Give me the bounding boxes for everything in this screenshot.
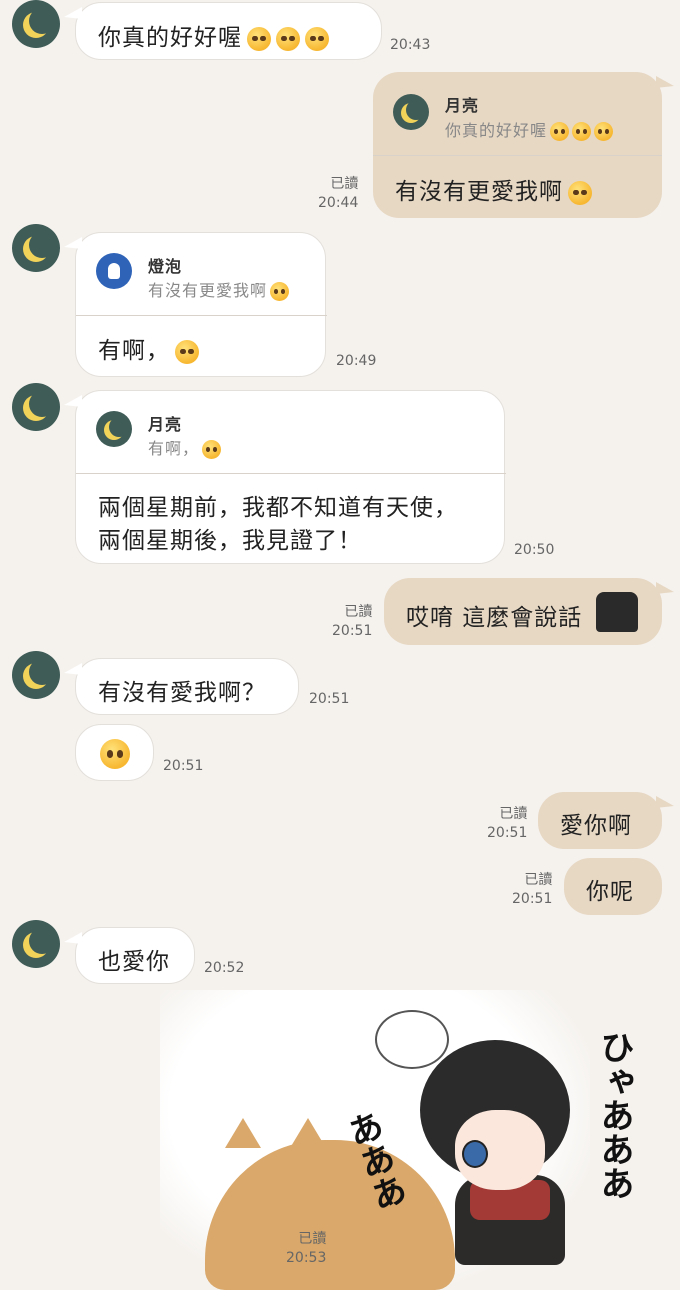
pleading-face-icon [550, 122, 570, 141]
reply-avatar [393, 94, 429, 130]
message-text: 有沒有更愛我啊 [395, 172, 592, 206]
read-status: 已讀 20:51 [332, 604, 373, 639]
avatar[interactable] [12, 383, 60, 431]
avatar[interactable] [12, 0, 60, 48]
message-bubble[interactable]: 燈泡 有沒有更愛我啊 有啊， [64, 232, 327, 377]
face-blowing-kiss-icon [202, 440, 222, 459]
avatar[interactable] [12, 224, 60, 272]
pleading-face-icon [594, 122, 614, 141]
timestamp: 20:50 [514, 542, 555, 558]
message-text: 也愛你 [98, 949, 170, 975]
character-eye [462, 1140, 488, 1168]
reply-preview: 有沒有更愛我啊 [148, 277, 290, 301]
reply-preview: 有啊， [148, 435, 222, 459]
reply-author: 月亮 [445, 96, 480, 115]
timestamp: 20:51 [163, 758, 204, 774]
divider [76, 473, 506, 474]
read-status: 已讀 20:44 [318, 176, 359, 211]
sticker-text: ひゃあああ [594, 1030, 634, 1200]
message-bubble[interactable]: 有沒有愛我啊？ [64, 658, 299, 715]
message-bubble[interactable]: 也愛你 [64, 927, 195, 984]
pleading-face-icon [305, 26, 329, 51]
hand-over-mouth-icon [270, 282, 290, 301]
message-bubble[interactable]: 愛你啊 [538, 792, 674, 849]
moon-icon [29, 659, 55, 685]
reply-preview: 你真的好好喔 [445, 117, 614, 141]
moon-icon [29, 391, 55, 417]
pleading-face-icon [276, 26, 300, 51]
divider [373, 155, 662, 156]
message-text: 哎唷 這麼會說話 [406, 605, 583, 631]
moon-icon [29, 928, 55, 954]
message-text: 愛你啊 [560, 813, 632, 839]
read-status: 已讀 20:53 [286, 1231, 327, 1266]
timestamp: 20:52 [204, 960, 245, 976]
read-status: 已讀 20:51 [512, 872, 553, 907]
message-text: 有沒有愛我啊？ [98, 680, 266, 706]
message-bubble[interactable]: 你真的好好喔 [64, 2, 382, 60]
hand-over-mouth-icon [568, 180, 592, 205]
read-status: 已讀 20:51 [487, 806, 528, 841]
cat-ear [290, 1118, 326, 1148]
message-bubble[interactable]: 月亮 有啊， 兩個星期前，我都不知道有天使， 兩個星期後，我見證了！ [64, 390, 506, 564]
message-bubble[interactable]: 你呢 [564, 858, 662, 915]
pleading-face-icon [572, 122, 592, 141]
pleading-face-icon [247, 26, 271, 51]
reply-avatar [96, 411, 132, 447]
face-blowing-kiss-icon [175, 339, 199, 364]
cat-ear [225, 1118, 261, 1148]
message-text: 你呢 [586, 879, 634, 905]
timestamp: 20:43 [390, 37, 431, 53]
timestamp: 20:51 [309, 691, 350, 707]
bulb-icon [108, 263, 120, 279]
moon-icon [109, 417, 129, 437]
message-text: 你真的好好喔 [98, 18, 329, 52]
reply-author: 燈泡 [148, 257, 183, 276]
reply-avatar [96, 253, 132, 289]
avatar[interactable] [12, 920, 60, 968]
hand-over-mouth-icon [100, 739, 130, 769]
divider [76, 315, 327, 316]
moon-icon [29, 232, 55, 258]
reply-author: 月亮 [148, 415, 183, 434]
timestamp: 20:49 [336, 353, 377, 369]
message-text: 有啊， [98, 331, 199, 365]
moon-icon [29, 8, 55, 34]
black-cat-sticker-icon [596, 592, 638, 632]
message-text-line: 兩個星期後，我見證了！ [98, 528, 362, 554]
smoke-puff-icon [375, 1010, 449, 1069]
message-text-line: 兩個星期前，我都不知道有天使， [98, 495, 458, 521]
message-bubble[interactable]: 哎唷 這麼會說話 [384, 578, 674, 645]
avatar[interactable] [12, 651, 60, 699]
moon-icon [406, 100, 426, 120]
message-bubble[interactable]: 月亮 你真的好好喔 有沒有更愛我啊 [373, 72, 674, 218]
message-bubble[interactable] [75, 724, 154, 781]
